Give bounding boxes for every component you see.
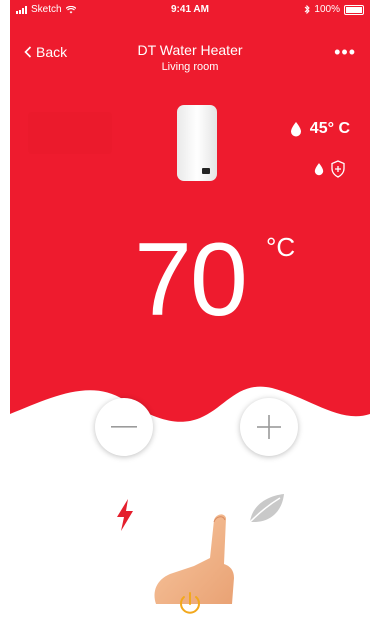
water-drop-icon (314, 163, 324, 176)
status-right: 100% (304, 4, 364, 15)
water-heater-icon (177, 105, 217, 181)
page-title: DT Water Heater (137, 42, 243, 58)
target-temp-unit: °C (266, 232, 296, 262)
page-subtitle: Living room (161, 61, 219, 73)
battery-percent: 100% (314, 4, 340, 15)
protection-status (314, 160, 346, 178)
battery-icon (344, 4, 364, 15)
minus-icon (111, 426, 137, 428)
more-dots-icon: ••• (334, 42, 356, 62)
water-temp-reading: 45° C (290, 120, 350, 138)
increase-temp-button[interactable] (240, 398, 298, 456)
wave-divider (10, 386, 370, 430)
decrease-temp-button[interactable] (95, 398, 153, 456)
power-icon (180, 592, 200, 614)
target-temp-value: 70 (134, 222, 248, 338)
status-bar: Sketch 9:41 AM 100% (10, 0, 370, 20)
plus-icon (257, 415, 281, 439)
hero-panel: Sketch 9:41 AM 100% Back DT Water Heater (10, 0, 370, 430)
power-button[interactable] (176, 590, 204, 623)
target-temperature: 70 °C (10, 228, 370, 332)
lightning-bolt-icon[interactable] (114, 498, 136, 532)
nav-bar: Back DT Water Heater Living room ••• (10, 42, 370, 82)
eco-leaf-icon[interactable] (246, 492, 286, 526)
water-drop-icon (290, 122, 301, 137)
mode-area (0, 478, 380, 628)
more-button[interactable]: ••• (334, 42, 356, 63)
blurred-area (28, 112, 112, 154)
bluetooth-icon (305, 5, 311, 14)
shield-plus-icon (331, 160, 345, 178)
water-temp-value: 45° C (309, 120, 350, 137)
title-block: DT Water Heater Living room (10, 42, 370, 73)
